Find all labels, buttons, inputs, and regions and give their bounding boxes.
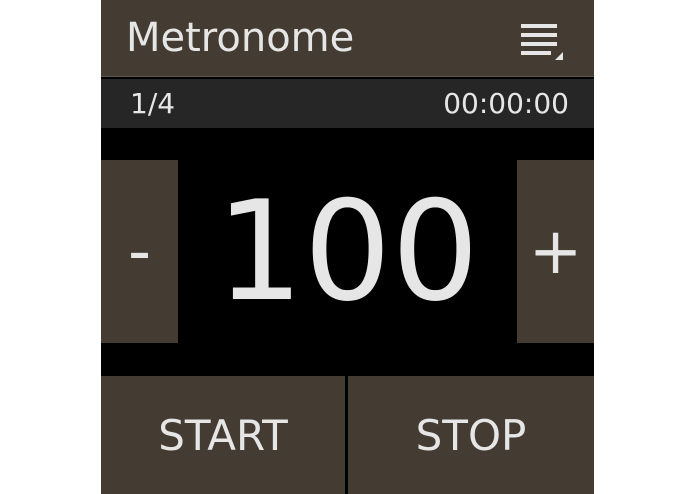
metronome-app: Metronome 1/4 00:00:00 - 100 + START STO…	[101, 0, 594, 494]
start-button[interactable]: START	[101, 376, 345, 494]
time-signature: 1/4	[130, 87, 176, 120]
minus-label: -	[127, 214, 152, 289]
menu-list-icon	[521, 24, 563, 60]
page-title: Metronome	[126, 15, 355, 61]
decrease-tempo-button[interactable]: -	[101, 160, 178, 343]
plus-label: +	[528, 214, 583, 289]
tempo-value: 100	[215, 170, 480, 332]
menu-button[interactable]	[517, 20, 569, 64]
status-bar: 1/4 00:00:00	[101, 79, 594, 128]
elapsed-timer: 00:00:00	[443, 87, 569, 120]
tempo-area: - 100 +	[101, 128, 594, 374]
stop-button[interactable]: STOP	[348, 376, 594, 494]
app-header: Metronome	[101, 0, 594, 77]
increase-tempo-button[interactable]: +	[517, 160, 594, 343]
playback-controls: START STOP	[101, 376, 594, 494]
